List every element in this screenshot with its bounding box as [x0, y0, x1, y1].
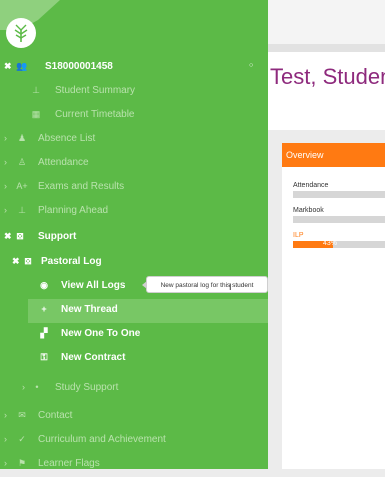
check-icon: ✓ — [18, 434, 26, 444]
mail-icon: ✉ — [18, 410, 26, 420]
collapse-icon[interactable]: ✖ — [4, 231, 12, 242]
sidebar-item-new-one-to-one[interactable]: ▞ New One To One — [0, 323, 268, 347]
chevron-right-icon[interactable]: › — [4, 458, 7, 468]
chevron-right-icon[interactable]: › — [4, 181, 7, 191]
sidebar-item-label: Current Timetable — [55, 109, 135, 120]
ilp-label: ILP — [293, 232, 304, 239]
meeting-icon: ▞ — [40, 328, 48, 338]
logo-leaf-icon — [14, 24, 28, 42]
sidebar-item-support[interactable]: ✖ ⊠ Support — [0, 226, 268, 250]
collapse-icon[interactable]: ✖ — [4, 61, 12, 72]
logo-area — [0, 0, 60, 48]
summary-icon: ⊥ — [32, 85, 40, 95]
plus-icon: + — [41, 304, 47, 314]
ilp-value: 43% — [323, 240, 338, 247]
calendar-icon: ▦ — [31, 109, 41, 119]
mouse-cursor-icon: I — [229, 282, 232, 292]
attendance-icon: ♙ — [17, 157, 27, 167]
sidebar-item-label: Planning Ahead — [38, 205, 109, 216]
flag-icon: ⚑ — [17, 458, 27, 468]
pin-icon: • — [35, 382, 39, 392]
sidebar-item-label: New One To One — [61, 328, 141, 339]
sidebar-item-attendance[interactable]: › ♙ Attendance — [0, 152, 268, 176]
log-icon: ⊠ — [24, 256, 32, 266]
markbook-bar — [293, 216, 385, 223]
sidebar-item-current-timetable[interactable]: ▦ Current Timetable — [0, 104, 268, 128]
top-bar — [268, 0, 385, 45]
sidebar-item-curriculum-achievement[interactable]: › ✓ Curriculum and Achievement — [0, 429, 268, 453]
grade-icon: A+ — [16, 181, 28, 191]
planning-icon: ⊥ — [18, 205, 26, 215]
student-name: Test, Student — [270, 64, 385, 89]
sidebar-item-label: S18000001458 — [45, 61, 113, 72]
sidebar-item-learner-flags[interactable]: › ⚑ Learner Flags — [0, 453, 268, 477]
sidebar-item-new-contract[interactable]: ⚿ New Contract — [0, 347, 268, 371]
sidebar-item-label: New Contract — [61, 352, 126, 363]
sidebar-item-label: Attendance — [38, 157, 89, 168]
sidebar-item-label: Study Support — [55, 382, 119, 393]
contract-icon: ⚿ — [40, 352, 48, 362]
sidebar-item-student-summary[interactable]: ⊥ Student Summary — [0, 80, 268, 104]
users-icon: 👥 — [16, 61, 28, 71]
sidebar-item-absence-list[interactable]: › ♟ Absence List — [0, 128, 268, 152]
sidebar-item-label: Student Summary — [55, 85, 136, 96]
sidebar-item-label: Curriculum and Achievement — [38, 434, 166, 445]
chevron-right-icon[interactable]: › — [4, 410, 7, 420]
attendance-label: Attendance — [293, 182, 329, 189]
overview-title: Overview — [282, 143, 385, 167]
sidebar-item-student-id[interactable]: ✖ 👥 S18000001458 ○ — [0, 56, 268, 80]
sidebar-item-label: Learner Flags — [38, 458, 100, 469]
support-icon: ⊠ — [16, 231, 24, 241]
logo — [6, 18, 36, 48]
sidebar-item-label: Exams and Results — [38, 181, 125, 192]
status-dot-icon: ○ — [249, 62, 254, 69]
chevron-right-icon[interactable]: › — [4, 133, 7, 143]
sidebar-item-pastoral-log[interactable]: ✖ ⊠ Pastoral Log — [0, 251, 268, 275]
chevron-right-icon[interactable]: › — [4, 205, 7, 215]
sidebar-item-contact[interactable]: › ✉ Contact — [0, 405, 268, 429]
person-icon: ♟ — [17, 133, 27, 143]
chevron-right-icon[interactable]: › — [22, 382, 25, 392]
attendance-bar — [293, 191, 385, 198]
ilp-bar: 43% — [293, 240, 385, 248]
eye-icon: ◉ — [40, 280, 48, 290]
sidebar-item-label: Support — [38, 231, 77, 242]
sidebar-item-study-support[interactable]: › • Study Support — [0, 377, 268, 401]
markbook-label: Markbook — [293, 207, 324, 214]
sidebar-item-label: New Thread — [61, 304, 118, 315]
chevron-right-icon[interactable]: › — [4, 434, 7, 444]
sidebar-item-label: Pastoral Log — [41, 256, 102, 267]
tooltip: New pastoral log for this student — [142, 276, 268, 293]
sidebar-item-label: View All Logs — [61, 280, 126, 291]
chevron-right-icon[interactable]: › — [4, 157, 7, 167]
collapse-icon[interactable]: ✖ — [12, 256, 20, 267]
sidebar-item-exams-results[interactable]: › A+ Exams and Results — [0, 176, 268, 200]
sidebar-item-planning-ahead[interactable]: › ⊥ Planning Ahead — [0, 200, 268, 224]
header-strip — [268, 44, 385, 52]
sidebar-item-new-thread[interactable]: + New Thread — [28, 299, 268, 323]
sidebar-item-label: Contact — [38, 410, 73, 421]
sidebar-item-label: Absence List — [38, 133, 96, 144]
